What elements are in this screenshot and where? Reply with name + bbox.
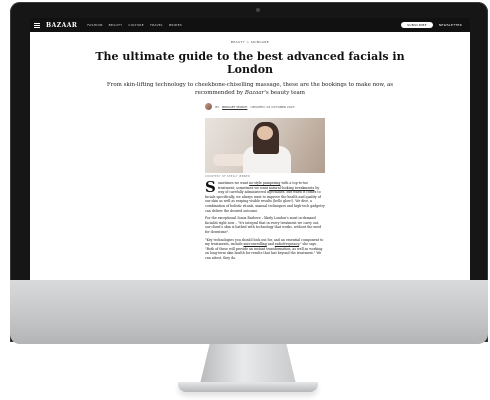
webcam [256, 8, 260, 12]
article-standfirst: From skin-lifting technology to cheekbon… [106, 82, 394, 96]
drop-cap: S [205, 178, 216, 196]
avatar [205, 103, 213, 110]
link-radiofrequency[interactable]: radiofrequency [275, 242, 299, 246]
nav-link-culture[interactable]: CULTURE [128, 23, 144, 27]
link-pampering[interactable]: no-style pampering [249, 181, 280, 185]
byline: BY BRIDGET MARCH UPDATED: 04 OCTOBER 202… [30, 103, 470, 110]
monitor-chin [10, 280, 488, 344]
nav-link-brides[interactable]: BRIDES [169, 23, 182, 27]
subscribe-button[interactable]: SUBSCRIBE [401, 22, 433, 28]
byline-prefix: BY [215, 104, 220, 109]
breadcrumb[interactable]: BEAUTY > SKINCARE [30, 40, 470, 44]
paragraph-2: For the exceptional Sonia Barlowe – like… [205, 216, 322, 234]
paragraph-3: "Key technologies you should look out fo… [205, 237, 324, 260]
site-header: BAZAAR FASHION BEAUTY CULTURE TRAVEL BRI… [30, 18, 470, 32]
link-microneedling[interactable]: microneedling [243, 242, 266, 246]
screen: BAZAAR FASHION BEAUTY CULTURE TRAVEL BRI… [30, 18, 470, 280]
newsletter-link[interactable]: NEWSLETTER [439, 23, 462, 27]
nav-link-beauty[interactable]: BEAUTY [109, 23, 123, 27]
monitor-stand [200, 344, 296, 384]
monitor-base [178, 382, 318, 392]
link-tweakments[interactable]: natural-looking tweakments [269, 186, 314, 190]
site-logo[interactable]: BAZAAR [46, 22, 77, 29]
updated-date: UPDATED: 04 OCTOBER 2023 [250, 104, 295, 109]
nav-link-travel[interactable]: TRAVEL [150, 23, 163, 27]
article-headline: The ultimate guide to the best advanced … [95, 50, 405, 76]
article-body: Sometimes we want no-style pampering wit… [205, 178, 325, 264]
paragraph-1: Sometimes we want no-style pampering wit… [205, 178, 325, 213]
author-link[interactable]: BRIDGET MARCH [222, 105, 247, 109]
hero-image [205, 118, 325, 173]
menu-icon[interactable] [34, 22, 40, 28]
nav-link-fashion[interactable]: FASHION [87, 23, 102, 27]
